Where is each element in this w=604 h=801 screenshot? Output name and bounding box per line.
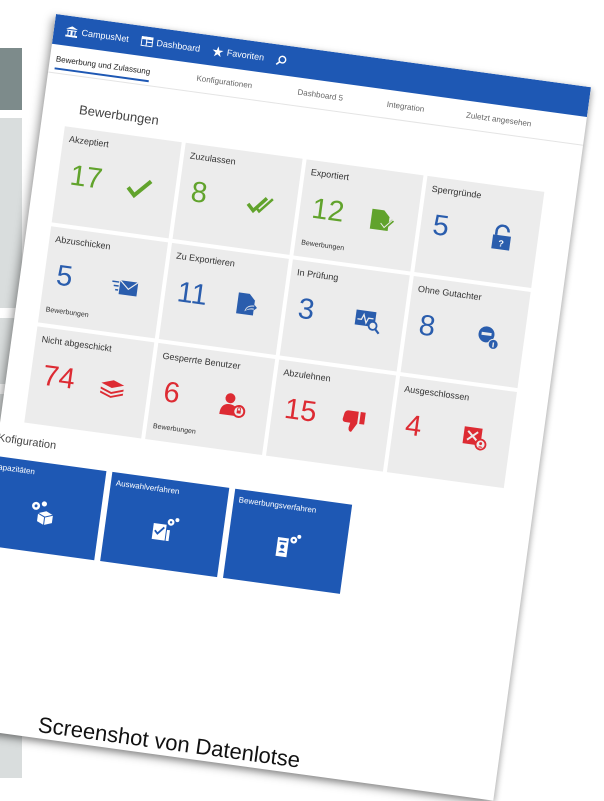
tile-label: Ohne Gutachter xyxy=(417,284,482,303)
excluded-icon xyxy=(459,423,490,453)
section-title-bewerbungen: Bewerbungen xyxy=(78,102,160,128)
tile-kapazitaeten[interactable]: Kapazitäten xyxy=(0,455,106,560)
tile-value: 4 xyxy=(403,409,423,444)
star-icon xyxy=(211,45,223,57)
tile-sperrgruende[interactable]: Sperrgründe 5 ? xyxy=(414,176,544,288)
tile-label: Zuzulassen xyxy=(189,151,236,167)
tab-dashboard-5[interactable]: Dashboard 5 xyxy=(297,88,344,103)
tile-label: Ausgeschlossen xyxy=(404,384,470,403)
lock-icon: ? xyxy=(486,223,517,253)
tile-value: 17 xyxy=(68,160,104,197)
app-screenshot-card: CampusNet Dashboard Favoriten Bewerbung … xyxy=(0,14,591,801)
tile-value: 12 xyxy=(310,193,346,230)
tile-in-pruefung[interactable]: In Prüfung 3 xyxy=(280,259,410,371)
tile-label: Auswahlverfahren xyxy=(115,479,180,497)
double-check-icon xyxy=(244,190,275,220)
tile-akzeptiert[interactable]: Akzeptiert 17 xyxy=(52,126,182,238)
tile-auswahlverfahren[interactable]: Auswahlverfahren xyxy=(100,472,229,577)
tile-value: 74 xyxy=(41,360,77,397)
monitor-search-icon xyxy=(352,306,383,336)
tile-label: Exportiert xyxy=(310,167,350,182)
nav-favorites[interactable]: Favoriten xyxy=(211,45,265,63)
search-button[interactable] xyxy=(275,54,287,66)
tab-integration[interactable]: Integration xyxy=(386,100,425,114)
tile-ohne-gutachter[interactable]: Ohne Gutachter 8 xyxy=(401,276,531,388)
tile-label: Bewerbungsverfahren xyxy=(238,495,317,515)
stack-icon xyxy=(96,373,127,403)
tile-label: Abzuschicken xyxy=(55,234,111,251)
tile-zu-exportieren[interactable]: Zu Exportieren 11 xyxy=(159,243,289,355)
nav-campusnet[interactable]: CampusNet xyxy=(65,25,129,45)
tile-ausgeschlossen[interactable]: Ausgeschlossen 4 xyxy=(387,376,517,488)
gear-box-icon xyxy=(24,497,58,529)
document-share-icon xyxy=(231,290,262,320)
mail-send-icon xyxy=(110,273,141,303)
tile-gesperrte-benutzer[interactable]: Gesperrte Benutzer 6 Bewerbungen xyxy=(145,343,275,455)
tile-label: In Prüfung xyxy=(297,267,340,283)
user-blocked-icon xyxy=(217,390,248,420)
tile-label: Kapazitäten xyxy=(0,462,36,477)
nav-dashboard[interactable]: Dashboard xyxy=(140,36,201,54)
tile-abzulehnen[interactable]: Abzulehnen 15 xyxy=(266,359,396,471)
tile-label: Abzulehnen xyxy=(283,367,331,383)
tile-value: 8 xyxy=(189,176,209,211)
tile-sub: Bewerbungen xyxy=(45,306,89,319)
tile-exportiert[interactable]: Exportiert 12 Bewerbungen xyxy=(293,159,423,271)
tile-value: 5 xyxy=(54,260,74,295)
tile-label: Akzeptiert xyxy=(68,134,109,149)
tile-sub: Bewerbungen xyxy=(301,239,345,252)
gear-document-icon xyxy=(270,530,304,562)
tile-zuzulassen[interactable]: Zuzulassen 8 xyxy=(173,143,303,255)
tile-value: 11 xyxy=(175,276,209,313)
tile-value: 3 xyxy=(296,293,316,328)
tile-label: Sperrgründe xyxy=(431,184,482,201)
tile-label: Nicht abgeschickt xyxy=(41,334,112,353)
nav-dashboard-label: Dashboard xyxy=(156,38,201,54)
reviewer-info-icon xyxy=(472,323,503,353)
tab-zuletzt-angesehen[interactable]: Zuletzt angesehen xyxy=(465,111,531,129)
tile-abzuschicken[interactable]: Abzuschicken 5 Bewerbungen xyxy=(38,226,168,338)
document-export-icon xyxy=(365,206,396,236)
tile-sub: Bewerbungen xyxy=(152,423,196,436)
tile-label: Gesperrte Benutzer xyxy=(162,351,241,372)
section-title-konfiguration: Kofiguration xyxy=(0,432,57,452)
tile-nicht-abgeschickt[interactable]: Nicht abgeschickt 74 xyxy=(24,326,154,438)
tile-value: 5 xyxy=(431,209,451,244)
gear-checklist-icon xyxy=(147,514,181,546)
tile-value: 6 xyxy=(161,376,181,411)
nav-campusnet-label: CampusNet xyxy=(81,28,129,44)
tile-value: 15 xyxy=(282,393,318,430)
nav-favorites-label: Favoriten xyxy=(226,48,265,63)
building-icon xyxy=(65,25,78,38)
tab-bewerbung-zulassung[interactable]: Bewerbung und Zulassung xyxy=(55,54,151,76)
search-icon xyxy=(275,54,287,66)
thumbs-down-icon xyxy=(338,406,369,436)
tile-value: 8 xyxy=(417,309,437,344)
tile-bewerbungsverfahren[interactable]: Bewerbungsverfahren xyxy=(223,489,352,594)
tab-konfigurationen[interactable]: Konfigurationen xyxy=(196,74,253,91)
check-icon xyxy=(124,173,155,203)
tile-label: Zu Exportieren xyxy=(176,251,236,269)
dashboard-icon xyxy=(140,36,153,48)
